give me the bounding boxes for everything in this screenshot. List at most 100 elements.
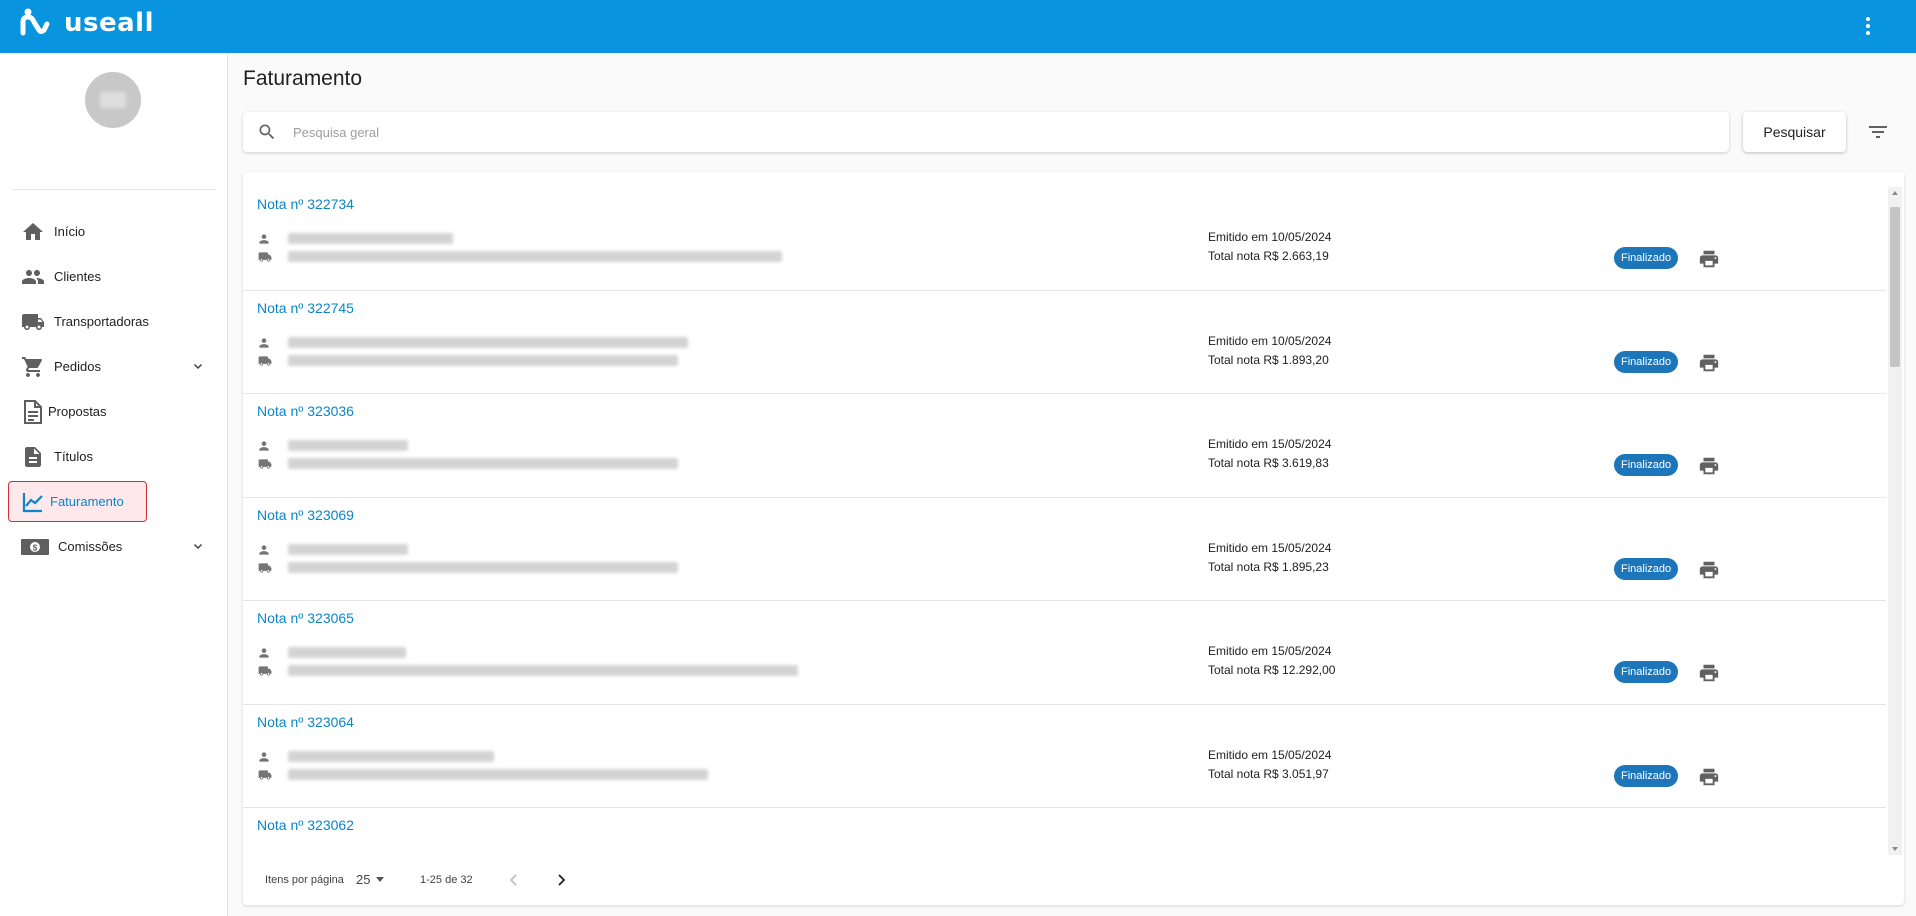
client-name-redacted — [288, 440, 408, 451]
invoice-number-link[interactable]: Nota nº 322745 — [257, 300, 354, 316]
issue-date: Emitido em 15/05/2024 — [1208, 540, 1332, 555]
home-icon — [20, 219, 46, 245]
person-icon — [259, 544, 269, 555]
sidebar-item-label: Títulos — [54, 449, 94, 464]
sidebar-item-clientes[interactable]: Clientes — [0, 254, 228, 299]
invoice-total: Total nota R$ 1.895,23 — [1208, 559, 1329, 574]
invoice-number-link[interactable]: Nota nº 323064 — [257, 714, 354, 730]
print-icon[interactable] — [1698, 662, 1720, 684]
issue-date: Emitido em 15/05/2024 — [1208, 644, 1332, 658]
print-icon[interactable] — [1698, 248, 1720, 270]
address-redacted — [288, 354, 678, 366]
list-item: Nota nº 322734 Emitido em 10/05/2024 Tot… — [243, 187, 1886, 291]
list-item: Nota nº 323036 Emitido em 15/05/2024 Tot… — [243, 394, 1886, 498]
chevron-down-icon — [193, 363, 203, 370]
items-per-page-select[interactable]: 25 — [356, 872, 385, 887]
truck-icon — [258, 459, 272, 469]
client-name-redacted — [288, 647, 406, 658]
invoice-number-link[interactable]: Nota nº 323036 — [257, 403, 354, 419]
issue-date: Emitido em 10/05/2024 — [1208, 230, 1332, 244]
client-name-redacted — [288, 336, 688, 348]
svg-text:$: $ — [33, 543, 38, 552]
truck-icon — [258, 355, 272, 366]
person-icon — [259, 441, 269, 451]
page-title: Faturamento — [243, 67, 363, 90]
address-redacted — [288, 768, 708, 780]
sidebar-item-titulos[interactable]: Títulos — [0, 434, 228, 479]
description-icon — [20, 444, 46, 470]
dropdown-arrow-icon — [376, 877, 385, 882]
more-vert-icon[interactable] — [1856, 14, 1880, 38]
invoice-total: Total nota R$ 1.893,20 — [1208, 352, 1329, 367]
address-redacted — [288, 561, 678, 573]
useall-logo[interactable]: useall — [20, 8, 154, 38]
invoice-total: Total nota R$ 3.619,83 — [1208, 456, 1329, 470]
sidebar-divider — [12, 189, 216, 190]
truck-icon — [258, 769, 272, 780]
client-name-redacted — [288, 233, 453, 244]
previous-page-icon[interactable] — [505, 871, 523, 889]
filter-list-icon[interactable] — [1866, 120, 1890, 144]
sidebar-item-label: Comissões — [58, 539, 123, 554]
scrollbar[interactable] — [1888, 187, 1902, 855]
items-per-page-value: 25 — [356, 872, 371, 887]
list-item: Nota nº 323062 — [243, 808, 1886, 855]
issue-date: Emitido em 10/05/2024 — [1208, 333, 1332, 348]
search-input[interactable] — [293, 120, 1693, 144]
sidebar-item-label: Transportadoras — [54, 314, 149, 329]
sidebar-item-label: Clientes — [54, 269, 101, 284]
top-app-bar: useall — [0, 0, 1916, 53]
address-redacted — [288, 665, 798, 676]
search-button[interactable]: Pesquisar — [1743, 112, 1846, 152]
address-redacted — [288, 251, 782, 262]
sidebar-item-transportadoras[interactable]: Transportadoras — [0, 299, 228, 344]
invoice-number-link[interactable]: Nota nº 322734 — [257, 196, 354, 212]
search-icon — [259, 124, 275, 140]
sidebar-nav: Início Clientes Transportadoras Pedidos — [0, 209, 228, 569]
print-icon[interactable] — [1698, 455, 1720, 477]
status-badge: Finalizado — [1614, 350, 1679, 373]
avatar[interactable] — [85, 72, 141, 128]
list-item: Nota nº 323069 Emitido em 15/05/2024 Tot… — [243, 498, 1886, 601]
person-icon — [259, 648, 269, 658]
document-icon — [20, 399, 46, 425]
client-name-redacted — [288, 543, 408, 555]
scrollbar-thumb[interactable] — [1890, 207, 1900, 367]
invoice-total: Total nota R$ 3.051,97 — [1208, 766, 1329, 781]
truck-icon — [258, 562, 272, 573]
sidebar-item-pedidos[interactable]: Pedidos — [0, 344, 228, 389]
truck-icon — [258, 666, 272, 676]
invoice-number-link[interactable]: Nota nº 323062 — [257, 817, 354, 833]
list-item: Nota nº 323065 Emitido em 15/05/2024 Tot… — [243, 601, 1886, 705]
sidebar-item-propostas[interactable]: Propostas — [0, 389, 228, 434]
sidebar-item-label: Pedidos — [54, 359, 101, 374]
sidebar-item-inicio[interactable]: Início — [0, 209, 228, 254]
sidebar: Início Clientes Transportadoras Pedidos — [0, 53, 228, 916]
print-icon[interactable] — [1698, 559, 1720, 581]
useall-logo-icon — [20, 8, 50, 36]
print-icon[interactable] — [1698, 352, 1720, 374]
list-item: Nota nº 323064 Emitido em 15/05/2024 Tot… — [243, 705, 1886, 808]
search-bar — [243, 112, 1729, 152]
issue-date: Emitido em 15/05/2024 — [1208, 747, 1332, 762]
status-badge: Finalizado — [1614, 764, 1679, 787]
invoice-number-link[interactable]: Nota nº 323069 — [257, 507, 354, 523]
scroll-up-arrow-icon[interactable] — [1892, 191, 1898, 195]
chevron-down-icon — [193, 543, 203, 550]
invoice-list-card: Nota nº 322734 Emitido em 10/05/2024 Tot… — [243, 172, 1904, 905]
status-badge: Finalizado — [1614, 557, 1679, 580]
scroll-down-arrow-icon[interactable] — [1892, 847, 1898, 851]
status-badge: Finalizado — [1614, 247, 1679, 269]
next-page-icon[interactable] — [552, 871, 570, 889]
chart-line-icon — [20, 489, 46, 515]
status-badge: Finalizado — [1614, 661, 1679, 683]
print-icon[interactable] — [1698, 766, 1720, 788]
invoice-total: Total nota R$ 2.663,19 — [1208, 249, 1329, 263]
paginator: Itens por página 25 1-25 de 32 — [243, 865, 1886, 895]
client-name-redacted — [288, 750, 494, 762]
list-item: Nota nº 322745 Emitido em 10/05/2024 Tot… — [243, 291, 1886, 394]
sidebar-item-comissoes[interactable]: $ Comissões — [0, 524, 228, 569]
sidebar-item-faturamento[interactable]: Faturamento — [0, 479, 228, 524]
invoice-number-link[interactable]: Nota nº 323065 — [257, 610, 354, 626]
items-per-page-label: Itens por página — [265, 874, 344, 886]
